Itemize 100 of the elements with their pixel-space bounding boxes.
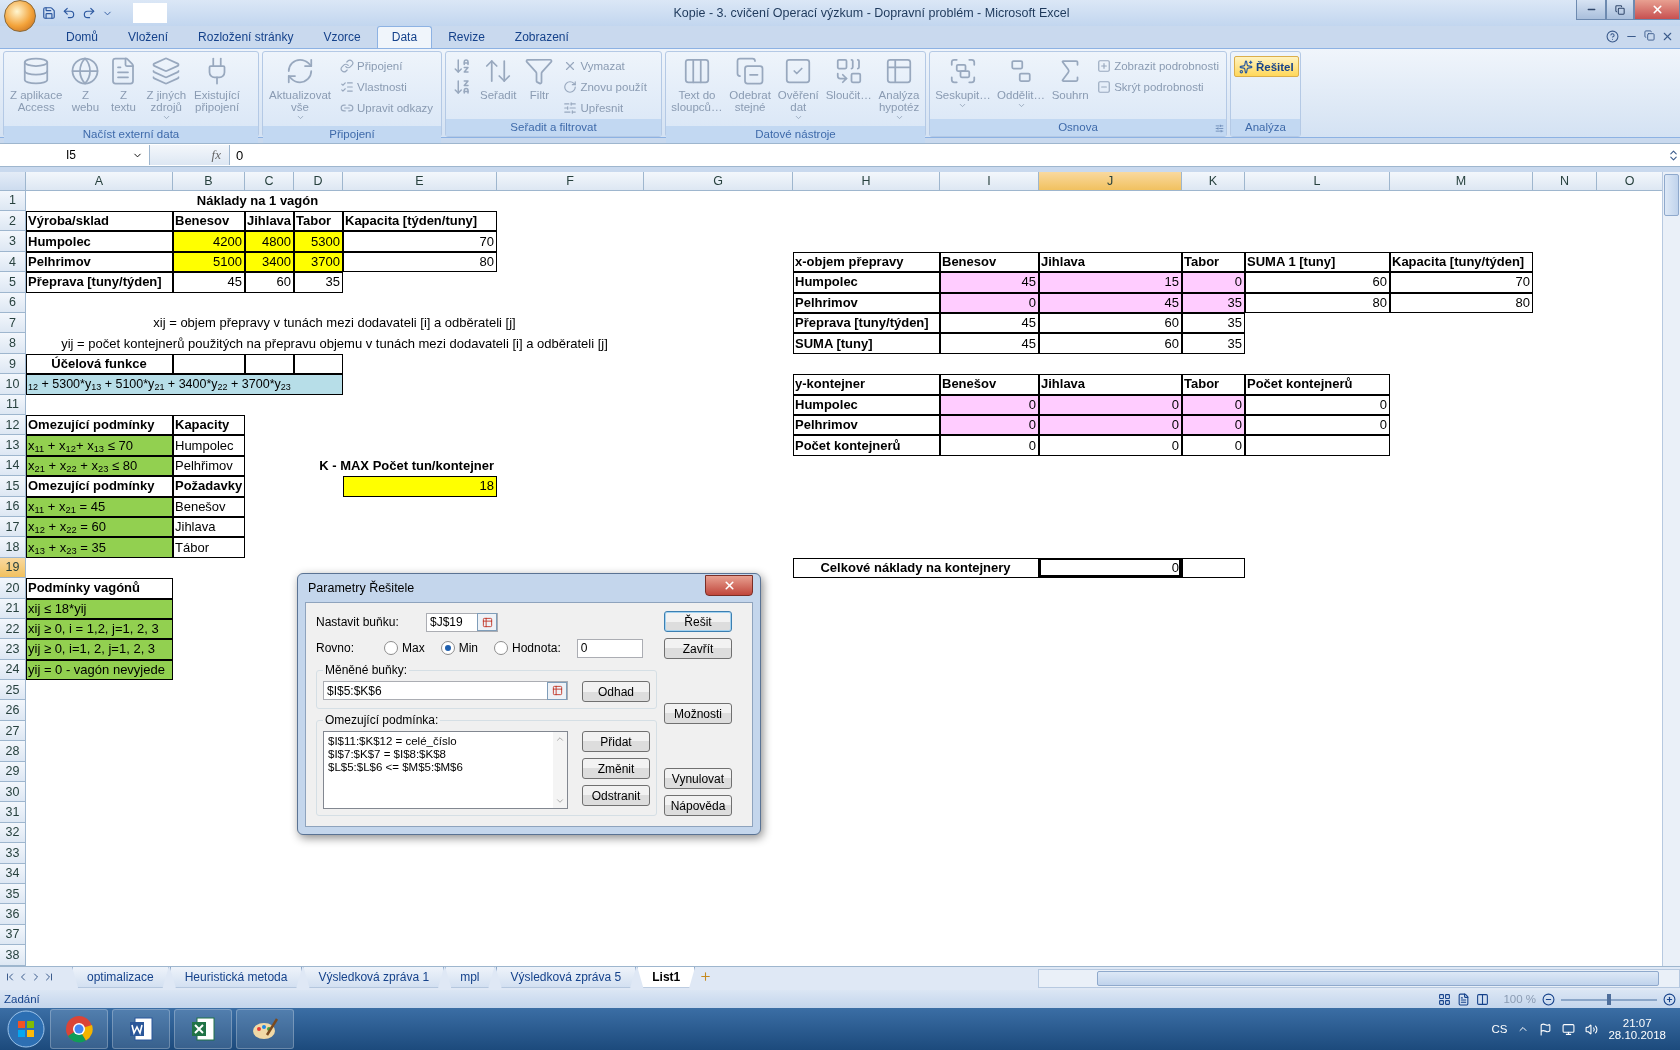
- dialog-button[interactable]: Nápověda: [664, 795, 732, 816]
- sheet-cell[interactable]: Tabor: [294, 211, 343, 232]
- row-header[interactable]: 15: [0, 476, 26, 497]
- sheet-tab[interactable]: optimalizace: [72, 966, 169, 988]
- sheet-cell[interactable]: 0: [1039, 435, 1182, 456]
- office-button[interactable]: [4, 0, 36, 32]
- sheet-cell[interactable]: Podmínky vagónů: [26, 578, 173, 599]
- row-header[interactable]: 17: [0, 516, 26, 538]
- sheet-cell[interactable]: SUMA [tuny]: [793, 333, 940, 354]
- page-layout-icon[interactable]: [1457, 992, 1471, 1006]
- sheet-cell[interactable]: yij = počet kontejnerů použitých na přepravu objemu v tunách mezi dodavateli [i] a odběrateli [j]: [26, 333, 644, 354]
- row-header[interactable]: 37: [0, 924, 26, 946]
- row-header[interactable]: 10: [0, 374, 26, 395]
- sheet-cell[interactable]: 70: [343, 231, 497, 252]
- start-button[interactable]: [6, 1009, 46, 1050]
- row-header[interactable]: 9: [0, 353, 26, 375]
- row-header[interactable]: 4: [0, 251, 26, 273]
- sheet-tab[interactable]: Výsledková zpráva 5: [495, 966, 637, 988]
- dialog-button[interactable]: Odstranit: [582, 785, 650, 806]
- help-icon[interactable]: [1606, 30, 1619, 43]
- sheet-cell[interactable]: Počet kontejnerů: [793, 435, 940, 456]
- row-header[interactable]: 27: [0, 720, 26, 742]
- zoom-in-icon[interactable]: [1663, 992, 1676, 1006]
- dialog-button[interactable]: Přidat: [582, 731, 650, 752]
- sheet-cell[interactable]: x-objem přepravy: [793, 251, 940, 273]
- ribbon-tab[interactable]: Revize: [434, 27, 499, 49]
- sheet-cell[interactable]: 0: [940, 415, 1039, 436]
- sheet-cell[interactable]: Kapacita [týden/tuny]: [343, 211, 497, 232]
- row-header[interactable]: 7: [0, 313, 26, 334]
- column-header[interactable]: A: [26, 171, 173, 191]
- column-header[interactable]: E: [343, 171, 497, 191]
- sheet-cell[interactable]: 0: [940, 292, 1039, 314]
- language-indicator[interactable]: CS: [1491, 1023, 1508, 1036]
- sheet-cell[interactable]: Požadavky: [173, 476, 245, 497]
- row-header[interactable]: 33: [0, 843, 26, 864]
- radio-button[interactable]: [494, 641, 508, 655]
- sheet-tab[interactable]: Výsledková zpráva 1: [303, 966, 445, 988]
- row-header[interactable]: 31: [0, 802, 26, 823]
- sheet-cell[interactable]: 0: [1039, 415, 1182, 436]
- sheet-cell[interactable]: 60: [1039, 333, 1182, 354]
- sheet-cell[interactable]: 35: [1182, 333, 1245, 354]
- sheet-cell[interactable]: Tabor: [1182, 251, 1245, 273]
- ribbon-button[interactable]: Řešitel: [1234, 56, 1299, 78]
- taskbar-button[interactable]: [50, 1009, 108, 1050]
- sheet-cell[interactable]: 4800: [245, 231, 294, 252]
- sheet-cell[interactable]: 0: [1039, 394, 1182, 415]
- sheet-cell[interactable]: K - MAX Počet tun/kontejner: [294, 455, 497, 477]
- column-header[interactable]: H: [793, 171, 940, 191]
- sheet-cell[interactable]: [173, 353, 245, 375]
- sheet-cell[interactable]: 60: [1245, 272, 1390, 293]
- row-header[interactable]: 26: [0, 700, 26, 721]
- sheet-cell[interactable]: 70: [1390, 272, 1533, 293]
- sheet-cell[interactable]: [245, 353, 294, 375]
- sheet-cell[interactable]: xij = objem přepravy v tunách mezi dodavateli [i] a odběrateli [j]: [26, 313, 644, 334]
- sheet-cell[interactable]: Pelhrimov: [793, 415, 940, 436]
- sheet-cell[interactable]: Pelhrimov: [793, 292, 940, 314]
- dialog-button[interactable]: Řešit: [664, 611, 732, 632]
- close-icon[interactable]: [1661, 30, 1674, 43]
- row-header[interactable]: 13: [0, 435, 26, 456]
- radio-option[interactable]: Hodnota:: [494, 641, 561, 655]
- constraint-item[interactable]: $I$7:$K$7 = $I$8:$K$8: [328, 748, 549, 761]
- guess-button[interactable]: Odhad: [582, 681, 650, 702]
- column-header[interactable]: O: [1597, 171, 1662, 191]
- sheet-cell[interactable]: 0: [940, 394, 1039, 415]
- sheet-cell[interactable]: Pelhřimov: [173, 455, 245, 477]
- column-header[interactable]: M: [1390, 171, 1533, 191]
- ribbon-tab[interactable]: Data: [376, 26, 433, 49]
- function-button[interactable]: fx: [211, 147, 221, 163]
- sheet-cell[interactable]: x$_{11}$ + x$_{12}$+ x$_{13}$ ≤ 70: [26, 435, 173, 456]
- close-button[interactable]: [705, 574, 753, 596]
- sheet-cell[interactable]: x$_{11}$ + x$_{21}$ = 45: [26, 496, 173, 517]
- sheet-cell[interactable]: Tabor: [1182, 374, 1245, 395]
- sheet-cell[interactable]: 80: [343, 251, 497, 273]
- row-header[interactable]: 16: [0, 496, 26, 517]
- target-cell-field[interactable]: $J$19: [426, 612, 498, 632]
- page-break-icon[interactable]: [1476, 992, 1490, 1006]
- sheet-cell[interactable]: Účelová funkce: [26, 353, 173, 375]
- row-header[interactable]: 6: [0, 292, 26, 314]
- sheet-cell[interactable]: 60: [1039, 313, 1182, 334]
- dialog-button[interactable]: Možnosti: [664, 703, 732, 724]
- sheet-cell[interactable]: xij ≥ 0, i = 1,2, j=1, 2, 3: [26, 618, 173, 640]
- sheet-cell[interactable]: 45: [173, 272, 245, 293]
- sheet-tab[interactable]: Heuristická metoda: [169, 966, 303, 988]
- sheet-cell[interactable]: Benesov: [940, 251, 1039, 273]
- volume-icon[interactable]: [1585, 1022, 1599, 1036]
- sheet-cell[interactable]: Benešov: [173, 496, 245, 517]
- ribbon-tab[interactable]: Vzorce: [309, 27, 375, 49]
- sheet-cell[interactable]: 35: [1182, 313, 1245, 334]
- sheet-cell[interactable]: Humpolec: [173, 435, 245, 456]
- column-header[interactable]: I: [940, 171, 1039, 191]
- sheet-cell[interactable]: Benesov: [173, 211, 245, 232]
- sheet-cell[interactable]: 4200: [173, 231, 245, 252]
- row-header[interactable]: 30: [0, 782, 26, 803]
- sheet-cell[interactable]: Počet kontejnerů: [1245, 374, 1390, 395]
- sheet-cell[interactable]: Kapacity: [173, 415, 245, 436]
- value-field[interactable]: 0: [576, 638, 643, 658]
- row-header[interactable]: 28: [0, 741, 26, 762]
- row-header[interactable]: 12: [0, 415, 26, 436]
- range-picker-icon[interactable]: [547, 681, 567, 700]
- network-icon[interactable]: [1562, 1022, 1576, 1036]
